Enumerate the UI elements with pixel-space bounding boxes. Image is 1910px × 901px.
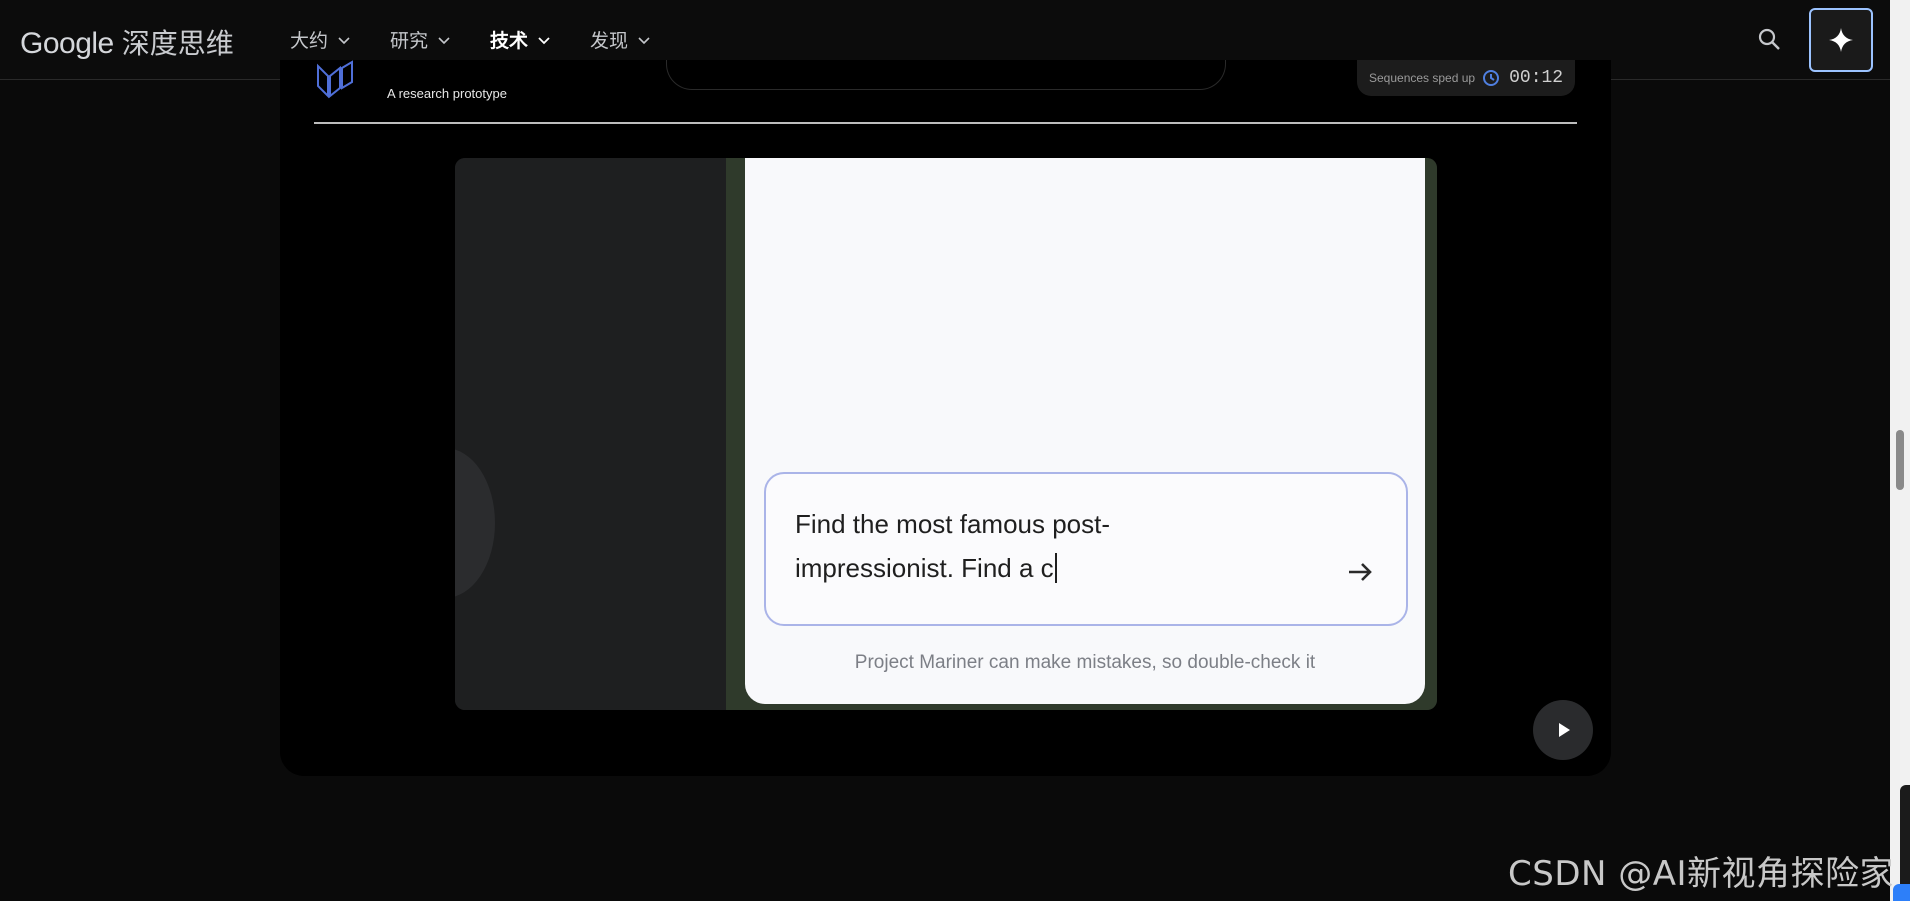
corner-badge[interactable] [1893, 884, 1910, 901]
nav-item-technology[interactable]: 技术 [490, 26, 552, 53]
chevron-down-icon [538, 36, 550, 44]
disclaimer-text: Project Mariner can make mistakes, so do… [854, 652, 1316, 673]
speed-label: Sequences sped up [1369, 71, 1476, 85]
header-divider [314, 122, 1577, 124]
url-bar [666, 60, 1226, 90]
timer-value: 00:12 [1509, 68, 1564, 88]
browser-area [455, 158, 726, 710]
text-caret [1054, 553, 1057, 583]
nav-links: 大约 研究 技术 发现 [290, 26, 690, 53]
gemini-button[interactable] [1809, 8, 1873, 72]
prompt-text[interactable]: Find the most famous post- impressionist… [795, 502, 1315, 590]
timer-badge: Sequences sped up 00:12 [1357, 60, 1575, 96]
search-icon[interactable] [1756, 26, 1784, 54]
arrow-right-icon[interactable] [1344, 556, 1376, 588]
mariner-logo-icon [317, 60, 353, 99]
nav-item-label: 发现 [590, 30, 629, 52]
product-name: 深度思维 [121, 27, 234, 60]
nav-item-about[interactable]: 大约 [290, 26, 352, 53]
chevron-down-icon [638, 36, 650, 44]
nav-item-label: 大约 [290, 30, 329, 52]
nav-item-label: 技术 [490, 30, 529, 52]
sparkle-icon [1829, 28, 1853, 52]
nav-item-discover[interactable]: 发现 [590, 26, 652, 53]
prompt-line-2: impressionist. Find a c [795, 553, 1054, 583]
nav-item-research[interactable]: 研究 [390, 26, 452, 53]
nav-item-label: 研究 [390, 30, 429, 52]
demo-video[interactable] [455, 158, 1437, 710]
watermark: CSDN @AI新视角探险家 [1508, 854, 1895, 894]
scrollbar-thumb[interactable] [1896, 430, 1904, 490]
clock-icon [1483, 70, 1500, 86]
google-wordmark: Google [20, 27, 114, 60]
brand-logo[interactable]: Google 深度思维 [20, 22, 234, 62]
chevron-down-icon [338, 36, 350, 44]
play-icon [1559, 723, 1570, 737]
prototype-subtitle: A research prototype [387, 86, 507, 101]
play-button[interactable] [1533, 700, 1593, 760]
chevron-down-icon [438, 36, 450, 44]
prompt-line-2-wrap: impressionist. Find a c [795, 546, 1315, 590]
prompt-line-1: Find the most famous post- [795, 509, 1111, 539]
